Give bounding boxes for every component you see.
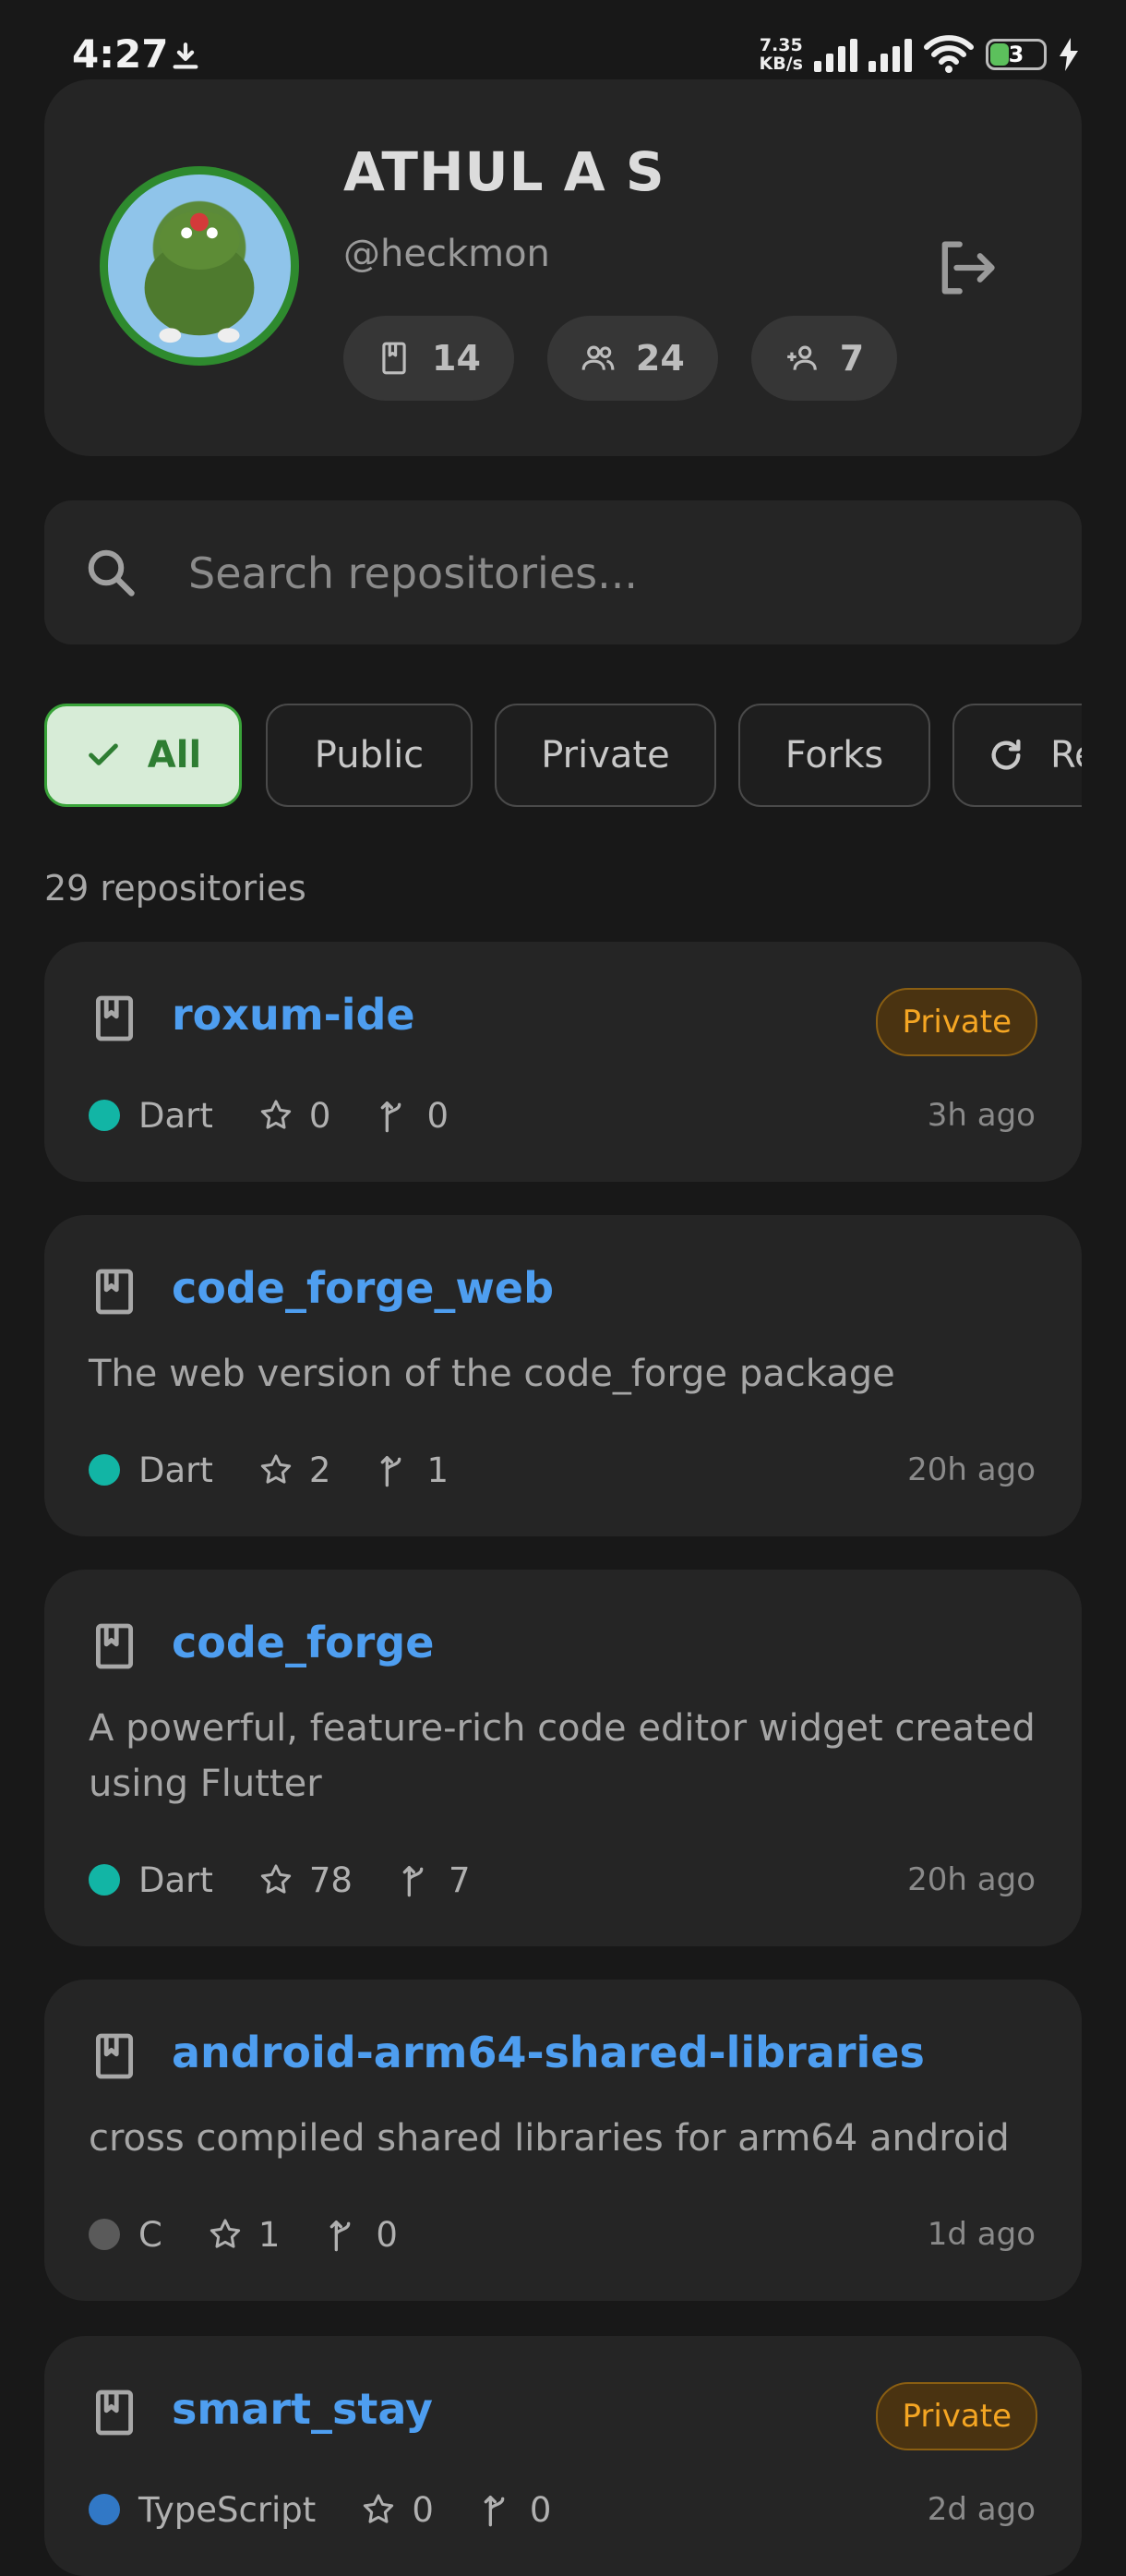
avatar-image (144, 211, 255, 343)
fork-icon (402, 1866, 424, 1897)
wifi-icon (924, 35, 974, 73)
repo-updated: 1d ago (927, 2216, 1036, 2253)
repo-meta: TypeScript 0 0 (89, 2482, 595, 2537)
profile-card: ATHUL A S @heckmon 14 24 7 (44, 79, 1082, 456)
star-icon (260, 1100, 292, 1129)
repo-meta: Dart 78 7 (89, 1852, 515, 1908)
repo-icon (95, 1269, 134, 1315)
people-icon (581, 345, 615, 370)
repo-language: TypeScript (138, 2489, 317, 2530)
signal-icon-2 (868, 37, 912, 72)
repo-description: The web version of the code_forge packag… (89, 1353, 895, 1395)
language-dot (89, 2494, 120, 2525)
repo-name[interactable]: code_forge (172, 1618, 434, 1667)
repo-forks: 7 (448, 1860, 471, 1900)
repo-icon (95, 2033, 134, 2079)
filter-private[interactable]: Private (495, 704, 716, 807)
repo-meta: Dart 2 1 (89, 1442, 493, 1498)
charging-icon (1060, 38, 1078, 71)
stat-followers-count: 24 (635, 338, 685, 379)
filter-refresh[interactable]: Refresh (952, 704, 1082, 807)
repo-name[interactable]: smart_stay (172, 2384, 433, 2434)
repo-updated: 20h ago (907, 1451, 1036, 1488)
logout-icon[interactable] (930, 233, 1000, 303)
status-time: 4:27 (72, 31, 169, 77)
search-input[interactable] (186, 500, 1021, 646)
signal-icon (814, 37, 857, 72)
repo-forks: 0 (529, 2489, 552, 2530)
repo-description: cross compiled shared libraries for arm6… (89, 2117, 1010, 2160)
filter-all[interactable]: All (44, 704, 242, 807)
repo-description: A powerful, feature-rich code editor wid… (89, 1707, 1036, 1805)
repo-count: 29 repositories (44, 868, 306, 909)
language-dot (89, 1100, 120, 1131)
repo-language: C (138, 2214, 162, 2255)
repo-card[interactable]: roxum-ide Private Dart 0 0 3h ago (44, 942, 1082, 1182)
stat-followers[interactable]: 24 (546, 316, 718, 401)
person-add-icon (786, 345, 817, 370)
repo-meta: Dart 0 0 (89, 1088, 493, 1143)
star-icon (364, 2494, 394, 2523)
avatar[interactable] (100, 166, 299, 366)
repo-language: Dart (138, 1095, 213, 1136)
fork-icon (484, 2496, 505, 2527)
repo-language: Dart (138, 1860, 213, 1900)
language-dot (89, 1864, 120, 1896)
stat-following[interactable]: 7 (750, 316, 898, 401)
repo-forks: 0 (376, 2214, 398, 2255)
profile-name: ATHUL A S (343, 140, 665, 203)
star-icon (260, 1864, 292, 1894)
repo-stars: 1 (258, 2214, 281, 2255)
visibility-badge: Private (876, 2382, 1037, 2450)
refresh-icon (991, 739, 1021, 770)
download-icon (173, 42, 198, 69)
fork-icon (330, 2221, 351, 2252)
star-icon (210, 2219, 241, 2248)
search-icon (88, 549, 135, 596)
repo-stars: 2 (308, 1450, 331, 1490)
repo-icon (95, 1623, 134, 1669)
language-dot (89, 2219, 120, 2250)
repo-card[interactable]: smart_stay Private TypeScript 0 0 2d ago (44, 2336, 1082, 2576)
search-bar[interactable] (44, 500, 1082, 646)
filter-forks[interactable]: Forks (738, 704, 930, 807)
star-icon (260, 1454, 292, 1484)
repo-card[interactable]: code_forge A powerful, feature-rich code… (44, 1570, 1082, 1946)
book-icon (382, 342, 406, 375)
repo-stars: 0 (308, 1095, 331, 1136)
repo-name[interactable]: code_forge_web (172, 1263, 554, 1313)
stat-repos-count: 14 (432, 338, 481, 379)
repo-updated: 3h ago (927, 1097, 1036, 1134)
repo-updated: 20h ago (907, 1861, 1036, 1898)
repo-name[interactable]: roxum-ide (172, 990, 415, 1040)
check-icon (88, 743, 118, 765)
language-dot (89, 1454, 120, 1486)
repo-forks: 1 (426, 1450, 449, 1490)
network-speed: 7.35 KB/s (759, 35, 803, 74)
repo-forks: 0 (426, 1095, 449, 1136)
fork-icon (381, 1456, 401, 1487)
status-bar: 4:27 7.35 KB/s 3 (0, 0, 1126, 85)
filter-public[interactable]: Public (266, 704, 473, 807)
filter-chips: All Public Private Forks Refresh (44, 704, 1082, 811)
profile-handle: @heckmon (343, 233, 550, 275)
repo-name[interactable]: android-arm64-shared-libraries (172, 2028, 925, 2077)
repo-updated: 2d ago (927, 2491, 1036, 2528)
repo-card[interactable]: code_forge_web The web version of the co… (44, 1215, 1082, 1536)
repo-icon (95, 995, 134, 1041)
repo-stars: 0 (412, 2489, 434, 2530)
repo-card[interactable]: android-arm64-shared-libraries cross com… (44, 1980, 1082, 2301)
stat-following-count: 7 (839, 338, 865, 379)
repo-language: Dart (138, 1450, 213, 1490)
visibility-badge: Private (876, 988, 1037, 1056)
repo-meta: C 1 0 (89, 2207, 442, 2262)
fork-icon (381, 1101, 401, 1133)
stat-repos[interactable]: 14 (343, 316, 514, 401)
repo-icon (95, 2389, 134, 2436)
battery-icon: 3 (986, 39, 1047, 70)
repo-stars: 78 (308, 1860, 353, 1900)
